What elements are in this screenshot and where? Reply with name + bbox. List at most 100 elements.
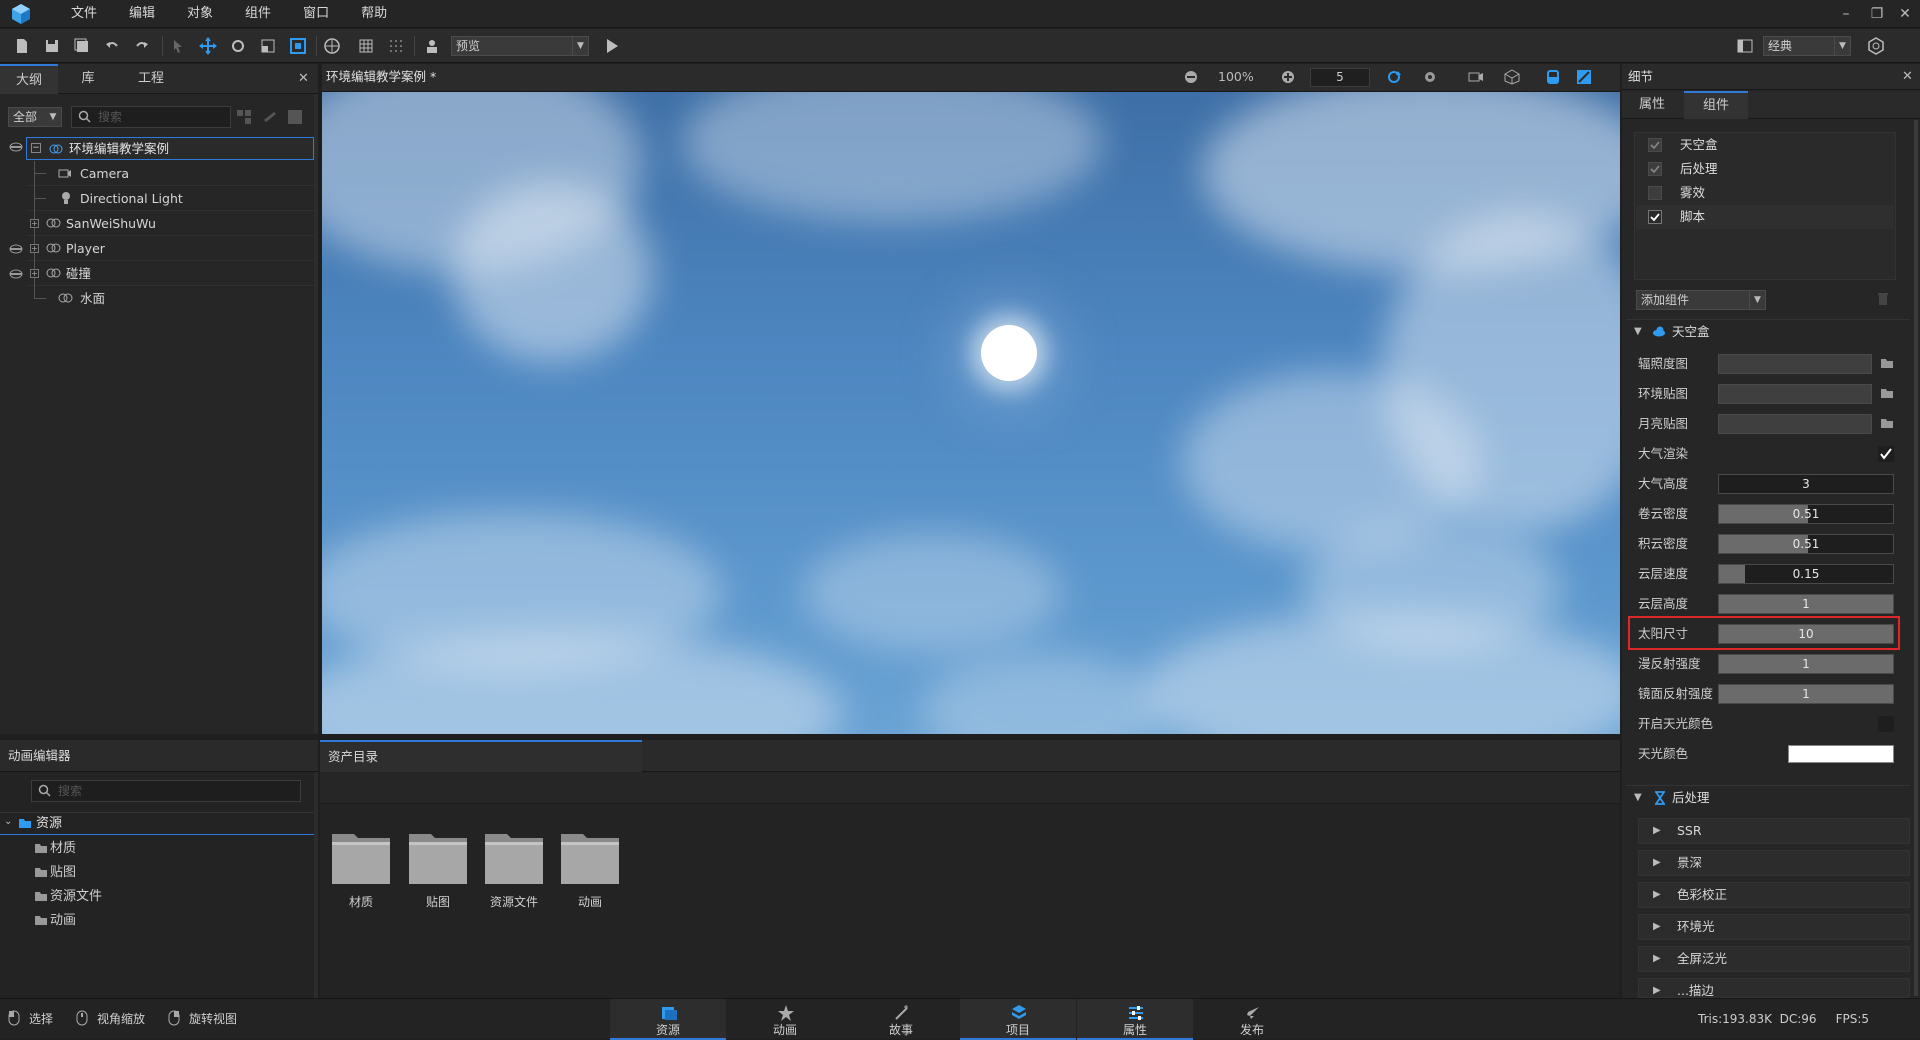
bottom-tab-resources[interactable]: 资源 <box>610 999 726 1040</box>
select-tool-icon[interactable] <box>166 34 190 58</box>
subsection-color-grading[interactable]: ▶ 色彩校正 <box>1638 882 1910 908</box>
tree-item-sanweishuwu[interactable]: + SanWeiShuWu <box>26 211 314 236</box>
tab-project[interactable]: 工程 <box>118 64 184 94</box>
dot-grid-icon[interactable] <box>384 34 408 58</box>
diffuse-intensity-slider[interactable]: 1 <box>1718 654 1894 674</box>
tab-components[interactable]: 组件 <box>1684 91 1748 119</box>
snap-tool-icon[interactable] <box>286 34 310 58</box>
fullscreen-icon[interactable] <box>1576 69 1592 85</box>
scale-tool-icon[interactable] <box>256 34 280 58</box>
atmosphere-checkbox[interactable] <box>1878 446 1894 462</box>
bottom-tab-properties[interactable]: 属性 <box>1077 999 1193 1040</box>
irradiance-map-field[interactable] <box>1718 354 1872 374</box>
folder-icon[interactable] <box>1880 387 1894 399</box>
component-row-script[interactable]: 脚本 <box>1636 205 1894 229</box>
anim-search-input[interactable]: 搜索 <box>31 780 301 802</box>
moon-map-field[interactable] <box>1718 414 1872 434</box>
collapse-icon[interactable] <box>287 109 303 125</box>
cumulus-density-slider[interactable]: 0.51 <box>1718 534 1894 554</box>
tab-outline[interactable]: 大纲 <box>0 64 58 94</box>
skybox-section-header[interactable]: ▼ 天空盒 <box>1626 319 1910 343</box>
bottom-tab-story[interactable]: 故事 <box>843 999 959 1040</box>
fog-checkbox[interactable] <box>1648 186 1662 200</box>
component-row-skybox[interactable]: 天空盒 <box>1636 133 1894 157</box>
rotate-tool-icon[interactable] <box>226 34 250 58</box>
menu-help[interactable]: 帮助 <box>345 0 403 28</box>
menu-object[interactable]: 对象 <box>171 0 229 28</box>
component-row-fog[interactable]: 雾效 <box>1636 181 1894 205</box>
sync-icon[interactable] <box>1386 69 1402 85</box>
tree-item-player[interactable]: + Player <box>26 236 314 261</box>
expand-arrow-icon[interactable]: ▶ <box>1653 851 1661 875</box>
cube-icon[interactable] <box>1504 69 1520 85</box>
cirrus-density-slider[interactable]: 0.51 <box>1718 504 1894 524</box>
chevron-down-icon[interactable]: ⌄ <box>4 816 12 827</box>
close-panel-icon[interactable]: ✕ <box>298 71 309 86</box>
expand-arrow-icon[interactable]: ▶ <box>1653 979 1661 997</box>
settings-icon[interactable] <box>1864 34 1888 58</box>
cloud-speed-slider[interactable]: 0.15 <box>1718 564 1894 584</box>
sun-size-slider[interactable]: 10 <box>1718 624 1894 644</box>
script-checkbox[interactable] <box>1648 210 1662 224</box>
menu-file[interactable]: 文件 <box>55 0 113 28</box>
play-button-icon[interactable] <box>600 34 624 58</box>
add-component-select[interactable]: 添加组件 ▼ <box>1636 290 1766 310</box>
perspective-icon[interactable] <box>1546 69 1560 85</box>
physics-icon[interactable] <box>320 34 344 58</box>
postprocess-section-header[interactable]: ▼ 后处理 <box>1626 785 1910 809</box>
collapse-arrow-icon[interactable]: ▼ <box>1634 326 1642 337</box>
expand-arrow-icon[interactable]: ▶ <box>1653 819 1661 843</box>
tree-item-camera[interactable]: Camera <box>26 161 314 186</box>
save-all-icon[interactable] <box>70 34 94 58</box>
expand-toggle-icon[interactable]: + <box>30 219 39 228</box>
visibility-eye-icon[interactable] <box>9 244 23 254</box>
subsection-ssr[interactable]: ▶ SSR <box>1638 818 1910 844</box>
component-row-postprocess[interactable]: 后处理 <box>1636 157 1894 181</box>
scene-viewport[interactable] <box>322 92 1620 734</box>
tree-item-directional-light[interactable]: Directional Light <box>26 186 314 211</box>
expand-toggle-icon[interactable]: + <box>30 244 39 253</box>
postprocess-checkbox[interactable] <box>1648 162 1662 176</box>
subsection-ambient-light[interactable]: ▶ 环境光 <box>1638 914 1910 940</box>
zoom-in-icon[interactable] <box>1281 70 1295 84</box>
subsection-bloom[interactable]: ▶ 全屏泛光 <box>1638 946 1910 972</box>
link-icon[interactable] <box>262 109 278 125</box>
visibility-eye-icon[interactable] <box>9 269 23 279</box>
sky-color-enable-checkbox[interactable] <box>1878 716 1894 732</box>
gear-view-icon[interactable] <box>1422 69 1438 85</box>
tab-library[interactable]: 库 <box>60 64 116 94</box>
subsection-dof[interactable]: ▶ 景深 <box>1638 850 1910 876</box>
camera-speed-input[interactable]: 5 <box>1310 68 1370 87</box>
menu-window[interactable]: 窗口 <box>287 0 345 28</box>
redo-icon[interactable] <box>130 34 154 58</box>
move-tool-icon[interactable] <box>196 34 220 58</box>
undo-icon[interactable] <box>100 34 124 58</box>
restore-button[interactable]: ❐ <box>1864 0 1890 28</box>
atmo-height-slider[interactable]: 3 <box>1718 474 1894 494</box>
minimize-button[interactable]: – <box>1833 0 1859 28</box>
camera-view-icon[interactable] <box>1468 70 1484 84</box>
visibility-eye-icon[interactable] <box>9 142 23 152</box>
filter-select[interactable]: 全部 ▼ <box>8 107 62 127</box>
folder-icon[interactable] <box>1880 417 1894 429</box>
tree-root-row[interactable]: − 环境编辑教学案例 <box>26 137 314 160</box>
tree-item-collision[interactable]: + 碰撞 <box>26 261 314 286</box>
bottom-tab-publish[interactable]: 发布 <box>1194 999 1310 1040</box>
env-map-field[interactable] <box>1718 384 1872 404</box>
expand-toggle-icon[interactable]: + <box>30 269 39 278</box>
folder-icon[interactable] <box>1880 357 1894 369</box>
outline-search-input[interactable]: 搜索 <box>71 106 231 128</box>
skybox-checkbox[interactable] <box>1648 138 1662 152</box>
save-icon[interactable] <box>40 34 64 58</box>
menu-component[interactable]: 组件 <box>229 0 287 28</box>
zoom-out-icon[interactable] <box>1184 70 1198 84</box>
layout-select[interactable]: 经典 ▼ <box>1763 36 1851 56</box>
tab-asset-directory[interactable]: 资产目录 <box>320 740 642 772</box>
specular-intensity-slider[interactable]: 1 <box>1718 684 1894 704</box>
tab-properties[interactable]: 属性 <box>1630 91 1674 119</box>
preview-mode-select[interactable]: 预览 ▼ <box>451 36 589 56</box>
expand-arrow-icon[interactable]: ▶ <box>1653 915 1661 939</box>
expand-all-icon[interactable] <box>236 109 252 125</box>
collapse-toggle-icon[interactable]: − <box>31 143 41 153</box>
menu-edit[interactable]: 编辑 <box>113 0 171 28</box>
